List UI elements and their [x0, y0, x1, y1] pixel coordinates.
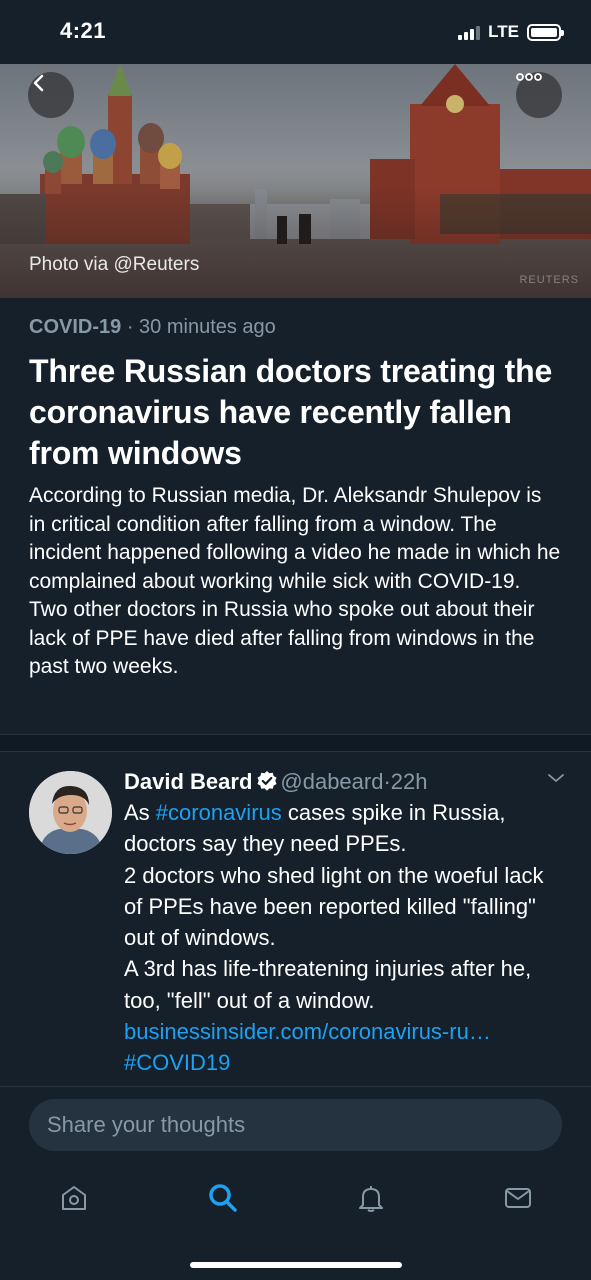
tab-bar — [0, 1166, 591, 1226]
tweet-text-line: 2 doctors who shed light on the woeful l… — [124, 862, 544, 951]
status-indicators: LTE — [458, 22, 564, 42]
meta-separator: · — [126, 316, 134, 338]
back-button[interactable] — [28, 72, 74, 118]
article-summary: According to Russian media, Dr. Aleksand… — [29, 484, 561, 678]
article-link[interactable]: businessinsider.com/coronavirus-ru… — [124, 1016, 564, 1047]
signal-icon — [458, 24, 481, 40]
battery-icon — [527, 23, 564, 41]
home-indicator[interactable] — [190, 1262, 402, 1268]
tweet-text: As #coronavirus cases spike in Russia, d… — [124, 797, 564, 1079]
article-headline: Three Russian doctors treating the coron… — [29, 353, 553, 471]
author-handle[interactable]: @dabeard — [280, 769, 383, 794]
chevron-down-icon — [548, 774, 564, 782]
tab-search[interactable] — [203, 1178, 243, 1218]
photo-credit: Photo via @Reuters — [29, 254, 200, 275]
article-meta: COVID-19 · 30 minutes ago — [29, 316, 561, 339]
network-label: LTE — [488, 22, 519, 41]
tweet-header: David Beard @dabeard·22h — [124, 767, 564, 797]
author-name[interactable]: David Beard — [124, 769, 252, 794]
home-icon — [62, 1186, 86, 1210]
status-bar: 4:21 LTE — [0, 0, 591, 64]
section-divider — [0, 734, 591, 752]
tab-home[interactable] — [54, 1178, 94, 1218]
share-thoughts-input[interactable] — [29, 1099, 562, 1151]
more-horizontal-icon — [516, 73, 542, 81]
search-icon — [209, 1184, 237, 1212]
mail-icon — [505, 1188, 531, 1208]
chevron-left-icon — [33, 74, 44, 92]
tweet-separator: · — [383, 769, 391, 794]
bell-icon — [359, 1186, 383, 1212]
status-time: 4:21 — [60, 18, 107, 43]
tweet-text-part: As — [124, 800, 156, 825]
article-age: 30 minutes ago — [139, 316, 276, 338]
photo-watermark: REUTERS — [519, 274, 579, 286]
verified-badge-icon — [257, 771, 277, 791]
moment-article: COVID-19 · 30 minutes ago Three Russian … — [0, 298, 591, 682]
hashtag-link[interactable]: #COVID19 — [124, 1047, 564, 1078]
avatar[interactable] — [29, 771, 112, 854]
tab-notifications[interactable] — [351, 1178, 391, 1218]
compose-bar — [0, 1086, 591, 1166]
hashtag-link[interactable]: #coronavirus — [156, 800, 282, 825]
tab-messages[interactable] — [498, 1178, 538, 1218]
avatar-photo — [29, 771, 112, 854]
tweet-menu-button[interactable] — [547, 771, 565, 789]
topic-label[interactable]: COVID-19 — [29, 316, 121, 338]
hero-image: Photo via @Reuters REUTERS — [0, 64, 591, 298]
tweet-timestamp[interactable]: 22h — [391, 769, 428, 794]
tweet-body: David Beard @dabeard·22h As #coronavirus… — [124, 767, 564, 1079]
tweet-card[interactable]: David Beard @dabeard·22h As #coronavirus… — [0, 753, 591, 1085]
tweet-text-line: A 3rd has life-threatening injuries afte… — [124, 956, 532, 1013]
more-options-button[interactable] — [516, 72, 562, 118]
